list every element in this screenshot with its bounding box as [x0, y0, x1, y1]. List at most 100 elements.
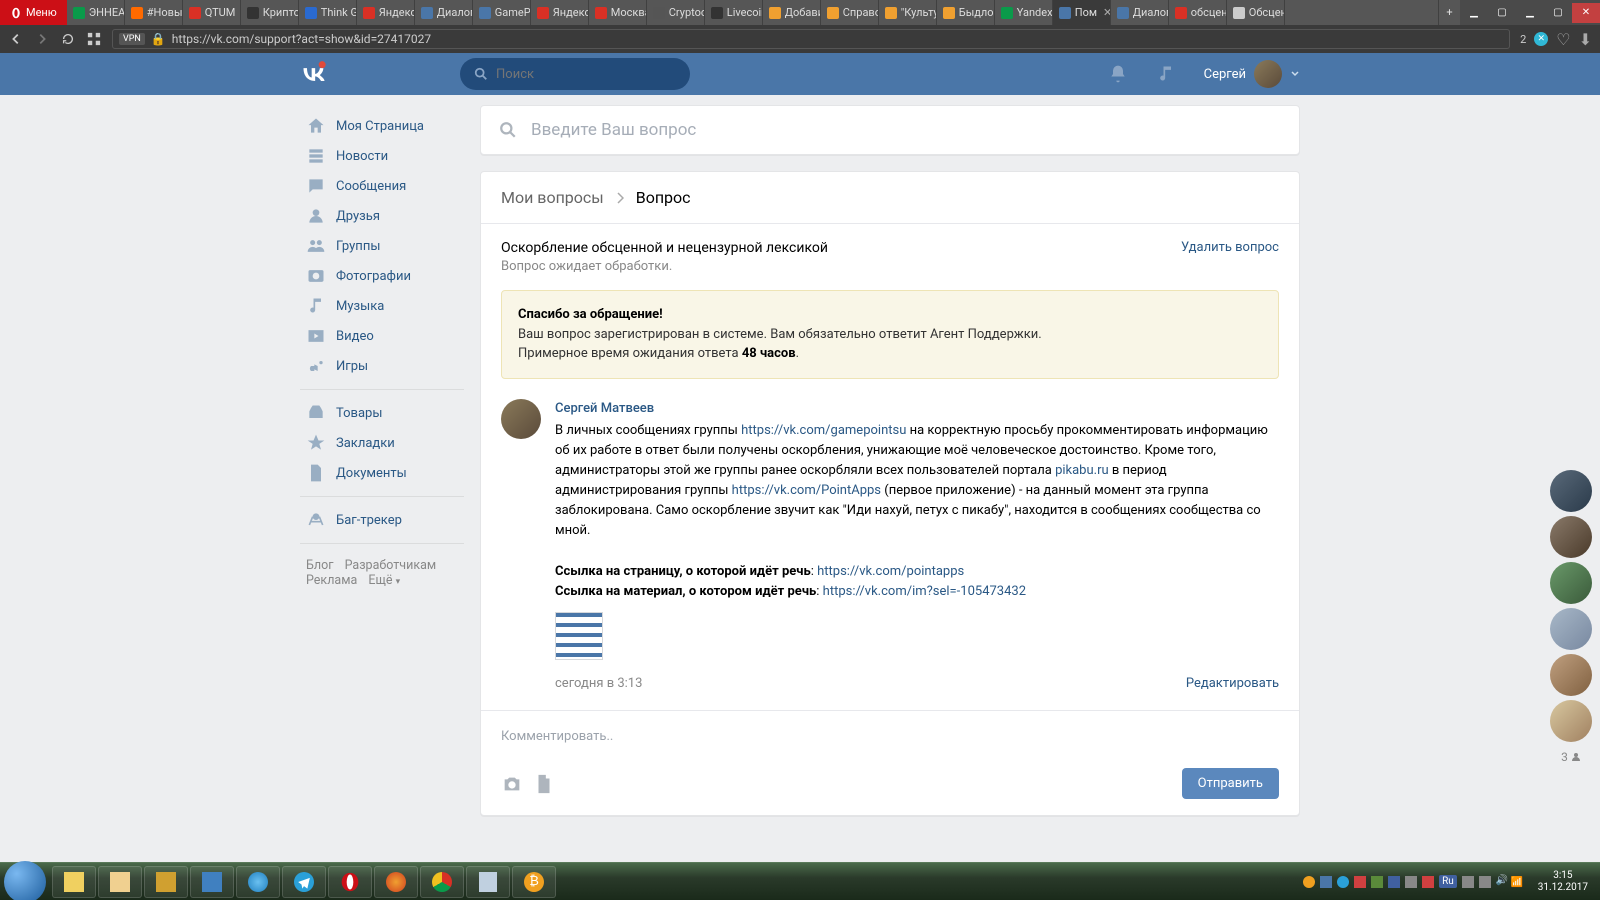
- rail-count[interactable]: 3: [1561, 750, 1581, 764]
- attachment-thumb[interactable]: [555, 612, 603, 660]
- send-button[interactable]: Отправить: [1182, 768, 1279, 799]
- edit-link[interactable]: Редактировать: [1186, 674, 1279, 694]
- browser-tab[interactable]: обсцен: [1169, 0, 1227, 25]
- browser-tab[interactable]: Яндекс: [357, 0, 415, 25]
- sidebar-item[interactable]: Новости: [300, 141, 464, 171]
- delete-ticket-link[interactable]: Удалить вопрос: [1181, 240, 1279, 255]
- sidebar-item[interactable]: Баг-трекер: [300, 505, 464, 535]
- sidebar-item[interactable]: Документы: [300, 458, 464, 488]
- taskbar-firefox[interactable]: [374, 866, 418, 898]
- taskbar-app[interactable]: [144, 866, 188, 898]
- heart-icon[interactable]: ♡: [1556, 30, 1570, 49]
- link-blog[interactable]: Блог: [306, 558, 333, 573]
- friend-bubble[interactable]: [1550, 608, 1592, 650]
- header-search-input[interactable]: [496, 67, 676, 82]
- friend-bubble[interactable]: [1550, 516, 1592, 558]
- sidebar-item[interactable]: Фотографии: [300, 261, 464, 291]
- taskbar-opera[interactable]: [328, 866, 372, 898]
- sidebar-item[interactable]: Музыка: [300, 291, 464, 321]
- sidebar-item[interactable]: Группы: [300, 231, 464, 261]
- taskbar-app[interactable]: [190, 866, 234, 898]
- browser-tab[interactable]: GamePo: [473, 0, 531, 25]
- user-menu[interactable]: Сергей: [1204, 60, 1300, 88]
- opera-menu-button[interactable]: Меню: [0, 0, 67, 25]
- post-link1[interactable]: https://vk.com/gamepointsu: [741, 423, 906, 438]
- comment-input[interactable]: [501, 729, 1279, 744]
- taskbar-chrome[interactable]: [420, 866, 464, 898]
- sidebar-item[interactable]: Видео: [300, 321, 464, 351]
- browser-tab[interactable]: Добави: [763, 0, 821, 25]
- tray-clock[interactable]: 3:15 31.12.2017: [1530, 870, 1596, 894]
- speed-dial-button[interactable]: [86, 31, 102, 47]
- tray-icon[interactable]: [1388, 876, 1400, 888]
- taskbar-calc[interactable]: [466, 866, 510, 898]
- browser-tab[interactable]: Крипто: [241, 0, 299, 25]
- post-link3[interactable]: https://vk.com/PointApps: [732, 483, 881, 498]
- sidebar-item[interactable]: Сообщения: [300, 171, 464, 201]
- support-search-input[interactable]: [531, 120, 1281, 140]
- tray-icon[interactable]: [1303, 876, 1315, 888]
- download-icon[interactable]: ⬇: [1579, 30, 1592, 49]
- taskbar-app[interactable]: [236, 866, 280, 898]
- tray-icon[interactable]: [1337, 876, 1349, 888]
- taskbar-bitcoin[interactable]: ₿: [512, 866, 556, 898]
- url-field[interactable]: VPN 🔒 https://vk.com/support?act=show&id…: [112, 29, 1510, 49]
- link-ads[interactable]: Реклама: [306, 573, 357, 588]
- post-author[interactable]: Сергей Матвеев: [555, 399, 1279, 419]
- browser-tab[interactable]: Диалог: [415, 0, 473, 25]
- camera-icon[interactable]: [501, 773, 523, 795]
- adblock-icon[interactable]: ✕: [1534, 32, 1548, 46]
- ref-mat-link[interactable]: https://vk.com/im?sel=-105473432: [823, 584, 1026, 599]
- browser-tab[interactable]: Яндекс: [531, 0, 589, 25]
- link-dev[interactable]: Разработчикам: [345, 558, 437, 573]
- maximize-button[interactable]: ▢: [1544, 3, 1572, 23]
- friend-bubble[interactable]: [1550, 654, 1592, 696]
- document-icon[interactable]: [533, 773, 555, 795]
- tray-icon[interactable]: [1422, 876, 1434, 888]
- breadcrumb-link[interactable]: Мои вопросы: [501, 188, 604, 207]
- post-avatar[interactable]: [501, 399, 541, 439]
- friend-bubble[interactable]: [1550, 562, 1592, 604]
- browser-tab[interactable]: Livecoin: [705, 0, 763, 25]
- vk-logo[interactable]: [300, 60, 328, 88]
- sidebar-item[interactable]: Друзья: [300, 201, 464, 231]
- bell-icon[interactable]: [1108, 64, 1128, 84]
- tray-icon[interactable]: [1371, 876, 1383, 888]
- sidebar-item[interactable]: Товары: [300, 398, 464, 428]
- browser-tab[interactable]: "Культу: [879, 0, 937, 25]
- browser-tab[interactable]: QTUM: [183, 0, 241, 25]
- browser-tab[interactable]: Yandex: [995, 0, 1053, 25]
- start-button[interactable]: [4, 861, 46, 900]
- new-tab-button[interactable]: +: [1438, 0, 1460, 25]
- minimize-button[interactable]: ▁: [1516, 3, 1544, 23]
- sidebar-item[interactable]: Закладки: [300, 428, 464, 458]
- browser-tab[interactable]: ЭННЕА: [67, 0, 125, 25]
- header-search[interactable]: [460, 58, 690, 90]
- tray-icon[interactable]: [1405, 876, 1417, 888]
- post-link2[interactable]: pikabu.ru: [1055, 463, 1109, 478]
- taskbar-app[interactable]: [52, 866, 96, 898]
- browser-tab[interactable]: Think G: [299, 0, 357, 25]
- friend-bubble[interactable]: [1550, 700, 1592, 742]
- friend-bubble[interactable]: [1550, 470, 1592, 512]
- tray-volume-icon[interactable]: 🔊: [1496, 875, 1506, 889]
- taskbar-app[interactable]: [98, 866, 142, 898]
- browser-tab[interactable]: Пом✕: [1053, 0, 1111, 25]
- forward-button[interactable]: [34, 31, 50, 47]
- music-icon[interactable]: [1156, 64, 1176, 84]
- maximize-secondary[interactable]: ▢: [1488, 3, 1516, 23]
- tray-icon[interactable]: [1354, 876, 1366, 888]
- tray-lang[interactable]: Ru: [1439, 875, 1457, 888]
- browser-tab[interactable]: #Новый: [125, 0, 183, 25]
- link-more[interactable]: Ещё ▾: [368, 573, 400, 588]
- tray-network-icon[interactable]: 📶: [1511, 877, 1525, 887]
- sidebar-item[interactable]: Моя Страница: [300, 111, 464, 141]
- minimize-secondary[interactable]: ▁: [1460, 3, 1488, 23]
- sidebar-item[interactable]: Игры: [300, 351, 464, 381]
- browser-tab[interactable]: Cryptoc: [647, 0, 705, 25]
- browser-tab[interactable]: Диалог: [1111, 0, 1169, 25]
- browser-tab[interactable]: Москва: [589, 0, 647, 25]
- close-button[interactable]: ✕: [1572, 3, 1600, 23]
- reload-button[interactable]: [60, 31, 76, 47]
- vpn-badge[interactable]: VPN: [119, 33, 145, 45]
